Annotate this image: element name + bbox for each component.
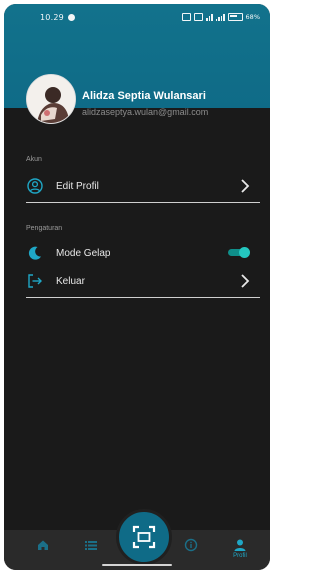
nav-home[interactable] bbox=[32, 538, 54, 564]
home-indicator bbox=[102, 564, 172, 566]
profile-name: Alidza Septia Wulansari bbox=[82, 90, 206, 102]
notification-icon bbox=[68, 14, 75, 21]
profile-email: alidzaseptya.wulan@gmail.com bbox=[82, 107, 209, 117]
logout-label: Keluar bbox=[56, 275, 85, 287]
phone-screen: 10.29 68% Alidza Septia Wulansari alidza… bbox=[4, 4, 270, 570]
chevron-right-icon bbox=[236, 177, 254, 195]
info-icon bbox=[184, 538, 198, 552]
nfc-icon bbox=[182, 13, 192, 21]
status-time: 10.29 bbox=[40, 13, 64, 22]
profile-icon bbox=[234, 539, 246, 551]
status-bar: 10.29 68% bbox=[4, 10, 270, 28]
nav-info[interactable] bbox=[180, 538, 202, 564]
avatar-photo bbox=[27, 75, 75, 123]
alarm-icon bbox=[194, 13, 204, 21]
status-icons: 68% bbox=[182, 13, 260, 21]
edit-profile-label: Edit Profil bbox=[56, 180, 99, 192]
moon-icon bbox=[26, 244, 44, 262]
dark-mode-item: Mode Gelap bbox=[26, 241, 254, 265]
scan-button[interactable] bbox=[116, 509, 172, 565]
nav-list[interactable] bbox=[80, 538, 102, 564]
section-label-settings: Pengaturan bbox=[26, 225, 63, 232]
nav-profile[interactable]: Profil bbox=[229, 538, 251, 564]
battery-icon bbox=[227, 13, 243, 21]
section-label-account: Akun bbox=[26, 156, 42, 163]
logout-icon bbox=[26, 272, 44, 290]
logout-item[interactable]: Keluar bbox=[26, 269, 254, 293]
chevron-right-icon bbox=[236, 272, 254, 290]
avatar[interactable] bbox=[26, 74, 76, 124]
nav-profile-label: Profil bbox=[233, 553, 247, 559]
toggle-knob bbox=[239, 247, 250, 258]
wifi-icon bbox=[206, 13, 213, 21]
edit-profile-item[interactable]: Edit Profil bbox=[26, 174, 254, 198]
dark-mode-toggle[interactable] bbox=[228, 247, 250, 258]
divider bbox=[26, 297, 260, 298]
dark-mode-label: Mode Gelap bbox=[56, 247, 111, 259]
list-icon bbox=[85, 541, 97, 550]
home-icon bbox=[38, 540, 48, 550]
signal-icon bbox=[215, 13, 225, 21]
divider bbox=[26, 202, 260, 203]
battery-level: 68% bbox=[245, 13, 260, 21]
scan-icon bbox=[132, 525, 156, 549]
user-circle-icon bbox=[26, 177, 44, 195]
